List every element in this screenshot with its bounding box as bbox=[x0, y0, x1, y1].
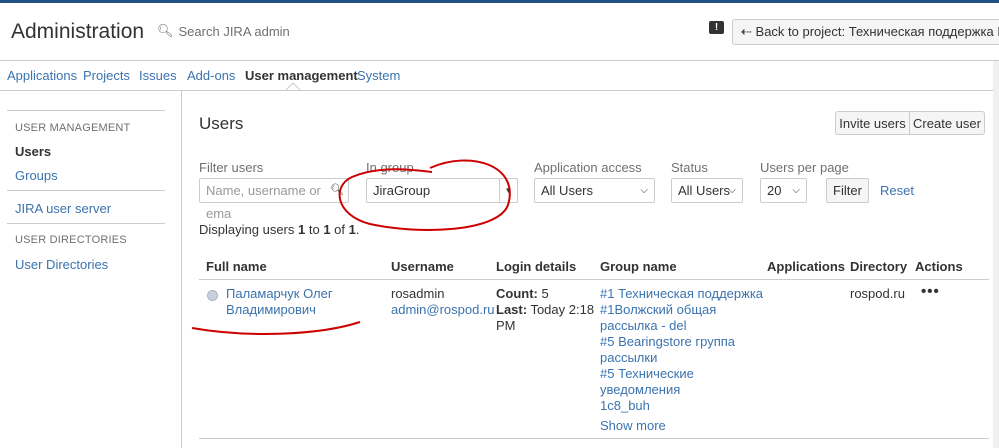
status-select[interactable]: All Users ⌵ bbox=[671, 178, 743, 203]
back-to-project-label: Back to project: Техническая поддержка И… bbox=[755, 24, 999, 39]
chevron-down-icon[interactable]: ▼ bbox=[499, 179, 517, 202]
column-header-applications: Applications bbox=[767, 259, 846, 274]
admin-search-placeholder: Search JIRA admin bbox=[178, 23, 290, 39]
in-group-value: JiraGroup bbox=[373, 183, 431, 198]
users-per-page-value: 20 bbox=[767, 183, 782, 198]
results-to: 1 bbox=[323, 222, 331, 237]
column-header-group-name: Group name bbox=[600, 259, 677, 274]
status-label: Status bbox=[671, 160, 708, 175]
results-to-word: to bbox=[305, 222, 324, 237]
results-total: 1 bbox=[348, 222, 356, 237]
sidebar-divider bbox=[7, 223, 165, 224]
results-count: Displaying users 1 to 1 of 1. bbox=[199, 222, 359, 237]
filter-users-label: Filter users bbox=[199, 160, 264, 175]
page-title: Users bbox=[199, 114, 244, 133]
nav-projects[interactable]: Projects bbox=[83, 68, 130, 83]
group-link[interactable]: #1 Техническая поддержка bbox=[600, 286, 763, 302]
user-email-link[interactable]: admin@rospod.ru bbox=[391, 302, 495, 318]
login-last-value: Today 2:18 bbox=[527, 302, 595, 317]
sidebar-item-groups[interactable]: Groups bbox=[15, 168, 58, 183]
nav-applications[interactable]: Applications bbox=[7, 68, 77, 83]
login-details-cell: Count: 5 Last: Today 2:18 PM bbox=[496, 286, 594, 334]
back-to-project-button[interactable]: ⇠ Back to project: Техническая поддержка… bbox=[732, 19, 999, 45]
user-fullname-link[interactable]: Паламарчук Олег Владимирович bbox=[226, 286, 333, 318]
sidebar-item-user-directories[interactable]: User Directories bbox=[15, 257, 108, 272]
group-link-cont[interactable]: рассылки bbox=[600, 350, 763, 366]
column-header-full-name: Full name bbox=[206, 259, 267, 274]
admin-search[interactable]: 🔍︎ Search JIRA admin bbox=[157, 23, 290, 39]
application-access-value: All Users bbox=[541, 183, 594, 198]
login-last-label: Last: bbox=[496, 302, 528, 317]
sidebar-divider bbox=[7, 110, 165, 111]
more-actions-icon[interactable]: ••• bbox=[921, 283, 940, 300]
users-per-page-label: Users per page bbox=[760, 160, 849, 175]
group-link[interactable]: #5 Bearingstore группа bbox=[600, 334, 763, 350]
user-username: rosadmin bbox=[391, 286, 445, 301]
login-count-label: Count: bbox=[496, 286, 538, 301]
group-link[interactable]: #5 Технические bbox=[600, 366, 763, 382]
search-icon: 🔍︎ bbox=[330, 184, 344, 196]
chevron-down-icon: ⌵ bbox=[792, 185, 800, 196]
login-count-value: 5 bbox=[537, 286, 549, 301]
application-access-select[interactable]: All Users ⌵ bbox=[534, 178, 655, 203]
show-more-link[interactable]: Show more bbox=[600, 418, 763, 434]
group-link[interactable]: #1Волжский общая bbox=[600, 302, 763, 318]
search-icon: 🔍︎ bbox=[157, 23, 174, 38]
group-link-cont[interactable]: рассылка - del bbox=[600, 318, 763, 334]
group-list: #1 Техническая поддержка #1Волжский обща… bbox=[600, 286, 763, 434]
filter-button[interactable]: Filter bbox=[826, 178, 869, 203]
table-row-divider bbox=[199, 438, 989, 439]
in-group-label: In group bbox=[366, 160, 414, 175]
results-suffix: . bbox=[355, 222, 360, 237]
sidebar: USER MANAGEMENT Users Groups JIRA user s… bbox=[0, 91, 182, 448]
sidebar-item-jira-user-server[interactable]: JIRA user server bbox=[15, 201, 111, 216]
nav-user-management[interactable]: User management bbox=[245, 68, 358, 83]
back-arrow-icon: ⇠ bbox=[741, 24, 752, 39]
chevron-down-icon: ⌵ bbox=[640, 185, 648, 196]
invite-users-button[interactable]: Invite users bbox=[835, 111, 910, 135]
filter-users-input[interactable]: Name, username or ema 🔍︎ bbox=[199, 178, 349, 221]
user-username-cell: rosadmin admin@rospod.ru bbox=[391, 286, 495, 318]
nav-issues[interactable]: Issues bbox=[139, 68, 177, 83]
login-last-value-cont: PM bbox=[496, 318, 516, 333]
chevron-down-icon: ⌵ bbox=[728, 185, 736, 196]
results-prefix: Displaying users bbox=[199, 222, 298, 237]
page-header-title: Administration bbox=[11, 20, 145, 43]
column-header-directory: Directory bbox=[850, 259, 908, 274]
annotation-underline bbox=[191, 321, 361, 335]
users-per-page-select[interactable]: 20 ⌵ bbox=[760, 178, 807, 203]
group-link-cont[interactable]: уведомления bbox=[600, 382, 763, 398]
table-header-divider bbox=[199, 279, 989, 280]
user-fullname-line2: Владимирович bbox=[226, 302, 316, 317]
nav-system[interactable]: System bbox=[357, 68, 400, 83]
group-link[interactable]: 1c8_buh bbox=[600, 398, 763, 414]
status-value: All Users bbox=[678, 183, 731, 198]
column-header-username: Username bbox=[391, 259, 454, 274]
admin-header: Administration 🔍︎ Search JIRA admin ! ⇠ … bbox=[0, 3, 999, 61]
feedback-icon[interactable]: ! bbox=[709, 21, 724, 34]
user-fullname-line1: Паламарчук Олег bbox=[226, 286, 333, 301]
filter-users-placeholder: Name, username or ema bbox=[206, 183, 321, 221]
user-directory: rospod.ru bbox=[850, 286, 905, 301]
sidebar-divider bbox=[7, 190, 165, 191]
results-of-word: of bbox=[330, 222, 349, 237]
sidebar-heading-user-management: USER MANAGEMENT bbox=[15, 122, 131, 134]
in-group-combobox[interactable]: JiraGroup ▼ bbox=[366, 178, 518, 203]
scrollbar[interactable] bbox=[993, 61, 999, 448]
sidebar-item-users[interactable]: Users bbox=[15, 144, 51, 159]
application-access-label: Application access bbox=[534, 160, 642, 175]
nav-addons[interactable]: Add-ons bbox=[187, 68, 235, 83]
avatar bbox=[207, 290, 218, 301]
column-header-login-details: Login details bbox=[496, 259, 577, 274]
reset-link[interactable]: Reset bbox=[880, 183, 914, 198]
create-user-button[interactable]: Create user bbox=[909, 111, 985, 135]
sidebar-heading-user-directories: USER DIRECTORIES bbox=[15, 234, 127, 246]
column-header-actions: Actions bbox=[915, 259, 963, 274]
admin-nav: Applications Projects Issues Add-ons Use… bbox=[0, 61, 999, 91]
